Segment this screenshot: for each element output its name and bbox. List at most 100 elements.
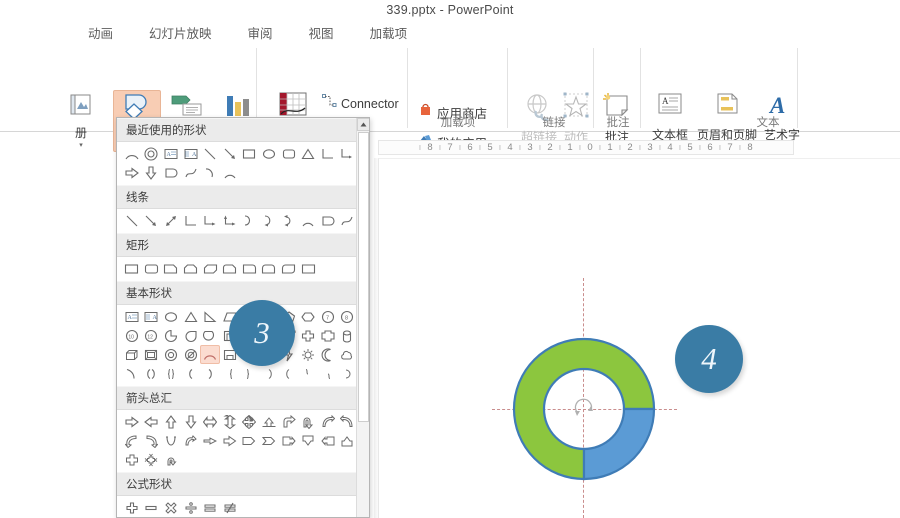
- shape-cell-left-bracket[interactable]: [181, 364, 201, 383]
- shape-cell-notched-right-arrow[interactable]: [181, 431, 201, 450]
- gallery-row[interactable]: A A: [122, 144, 365, 163]
- shape-cell-rect[interactable]: [122, 259, 142, 278]
- shape-cell-round-diagonal-corner-rect[interactable]: [279, 259, 299, 278]
- shape-cell-round-same-side-corner-rect[interactable]: [259, 259, 279, 278]
- shape-cell-curved-down-arrow[interactable]: [142, 431, 162, 450]
- shape-cell-sun[interactable]: [298, 345, 318, 364]
- shape-cell-minus[interactable]: [142, 498, 162, 517]
- shape-cell-curved-double-arrow[interactable]: [279, 211, 299, 230]
- gallery-scrollbar[interactable]: [356, 118, 369, 518]
- shape-cell-arrow-tri[interactable]: [259, 412, 279, 431]
- shape-cell-arrow-left-right[interactable]: [200, 412, 220, 431]
- gallery-section-rectangles[interactable]: [117, 257, 369, 281]
- shape-cell-triangle[interactable]: [298, 144, 318, 163]
- shape-cell-vertical-textbox[interactable]: A: [181, 144, 201, 163]
- shape-cell-chord[interactable]: [200, 326, 220, 345]
- shape-cell-oval[interactable]: [259, 144, 279, 163]
- shape-cell-snip-single-corner-rect[interactable]: [161, 259, 181, 278]
- gallery-row[interactable]: [122, 412, 365, 431]
- shape-cell-arc-selected[interactable]: [200, 345, 220, 364]
- shape-cell-chevron-arrow[interactable]: [220, 431, 240, 450]
- shape-cell-arrow-left[interactable]: [142, 412, 162, 431]
- shape-cell-pie[interactable]: [161, 326, 181, 345]
- shape-cell-octagon[interactable]: 8: [338, 307, 358, 326]
- shape-cell-misc-d[interactable]: [318, 364, 338, 383]
- shape-cell-cross[interactable]: [298, 326, 318, 345]
- shape-cell-flowchart-delay[interactable]: [161, 163, 181, 182]
- shape-cell-snip-round-corner-rect[interactable]: [220, 259, 240, 278]
- tab-animations[interactable]: 动画: [88, 23, 113, 42]
- shape-cell-curved-arrow-connector[interactable]: [259, 211, 279, 230]
- gallery-row[interactable]: [122, 450, 365, 469]
- shape-cell-divide[interactable]: [181, 498, 201, 517]
- shape-cell-u-turn-arrow[interactable]: [298, 412, 318, 431]
- shape-cell-down-arrow[interactable]: [142, 163, 162, 182]
- shape-cell-curve[interactable]: [200, 163, 220, 182]
- shape-cell-plus[interactable]: [122, 498, 142, 517]
- shape-cell-rounded-rect[interactable]: [142, 259, 162, 278]
- shape-cell-no-symbol[interactable]: [181, 345, 201, 364]
- shape-cell-curved-left-arrow[interactable]: [338, 412, 358, 431]
- horizontal-ruler[interactable]: ı8 ı7 ı6 ı5 ı4 ı3 ı2 ı1 ı0 ı1 ı2 ı3 ı4 ı…: [378, 140, 794, 155]
- shape-cell-rectangle[interactable]: [240, 144, 260, 163]
- shape-cell-bent-arrow[interactable]: [279, 412, 299, 431]
- shape-cell-plaque[interactable]: [298, 259, 318, 278]
- shape-cell-cross-arrow[interactable]: [122, 450, 142, 469]
- shape-cell-right-arrow[interactable]: [122, 163, 142, 182]
- shape-cell-right-brace[interactable]: [240, 364, 260, 383]
- shape-cell-decagon[interactable]: 10: [122, 326, 142, 345]
- shape-cell-donut[interactable]: [142, 144, 162, 163]
- shape-cell-double-bracket[interactable]: [142, 364, 162, 383]
- shape-cell-multiply[interactable]: [161, 498, 181, 517]
- shape-cell-oval[interactable]: [161, 307, 181, 326]
- shape-cell-line[interactable]: [200, 144, 220, 163]
- gallery-section-lines[interactable]: [117, 209, 369, 233]
- shape-cell-misc-a[interactable]: [259, 364, 279, 383]
- photo-album-button[interactable]: 册 ▾: [61, 92, 101, 149]
- shape-cell-arrow-down[interactable]: [181, 412, 201, 431]
- gallery-section-equation[interactable]: [117, 496, 369, 518]
- shape-cell-equal[interactable]: [200, 498, 220, 517]
- shape-cell-curved-right-arrow[interactable]: [318, 412, 338, 431]
- shape-cell-up-arrow-box[interactable]: [338, 431, 358, 450]
- shape-cell-line-arrow[interactable]: [142, 211, 162, 230]
- shape-cell-arc-2[interactable]: [220, 163, 240, 182]
- shape-cell-striped-right-arrow[interactable]: [161, 431, 181, 450]
- shape-cell-elbow-connector[interactable]: [181, 211, 201, 230]
- shape-cell-isosceles-triangle[interactable]: [181, 307, 201, 326]
- shape-cell-round-single-corner-rect[interactable]: [240, 259, 260, 278]
- shape-cell-freeform[interactable]: [181, 163, 201, 182]
- gallery-row[interactable]: [122, 431, 365, 450]
- gallery-row[interactable]: [122, 163, 365, 182]
- shape-cell-heptagon[interactable]: 7: [318, 307, 338, 326]
- gallery-section-recent[interactable]: A A: [117, 142, 369, 185]
- shape-cell-right-triangle[interactable]: [200, 307, 220, 326]
- shape-cell-left-arrow-box[interactable]: [318, 431, 338, 450]
- shape-cell-regular-pentagon-block[interactable]: [318, 326, 338, 345]
- scrollbar-thumb[interactable]: [358, 132, 369, 422]
- gallery-row[interactable]: [122, 364, 365, 383]
- shape-cell-down-arrow-box[interactable]: [298, 431, 318, 450]
- shape-cell-text-box-v[interactable]: A: [142, 307, 162, 326]
- shape-cell-not-equal[interactable]: [220, 498, 240, 517]
- shape-cell-hexagon[interactable]: [298, 307, 318, 326]
- shape-cell-misc-e[interactable]: [338, 364, 358, 383]
- shape-cell-freeform-shape[interactable]: [318, 211, 338, 230]
- gallery-section-arrows[interactable]: [117, 410, 369, 472]
- shape-cell-dodecagon[interactable]: 12: [142, 326, 162, 345]
- shape-cell-right-arrow-box[interactable]: [279, 431, 299, 450]
- shape-cell-arrow-quad[interactable]: [240, 412, 260, 431]
- shape-cell-line[interactable]: [122, 211, 142, 230]
- shape-cell-moon[interactable]: [318, 345, 338, 364]
- shape-cell-text-box-h[interactable]: A: [122, 307, 142, 326]
- shape-cell-donut-shape[interactable]: [161, 345, 181, 364]
- shape-cell-right-bracket[interactable]: [200, 364, 220, 383]
- shape-cell-double-brace[interactable]: [161, 364, 181, 383]
- shape-cell-chevron[interactable]: [259, 431, 279, 450]
- tab-addins[interactable]: 加载项: [370, 23, 408, 42]
- shape-cell-elbow-arrow[interactable]: [200, 211, 220, 230]
- shape-cell-circular-arrow[interactable]: [161, 450, 181, 469]
- rotate-handle-icon[interactable]: [571, 396, 597, 422]
- gallery-row[interactable]: [122, 259, 365, 278]
- shape-cell-arrow-right[interactable]: [122, 412, 142, 431]
